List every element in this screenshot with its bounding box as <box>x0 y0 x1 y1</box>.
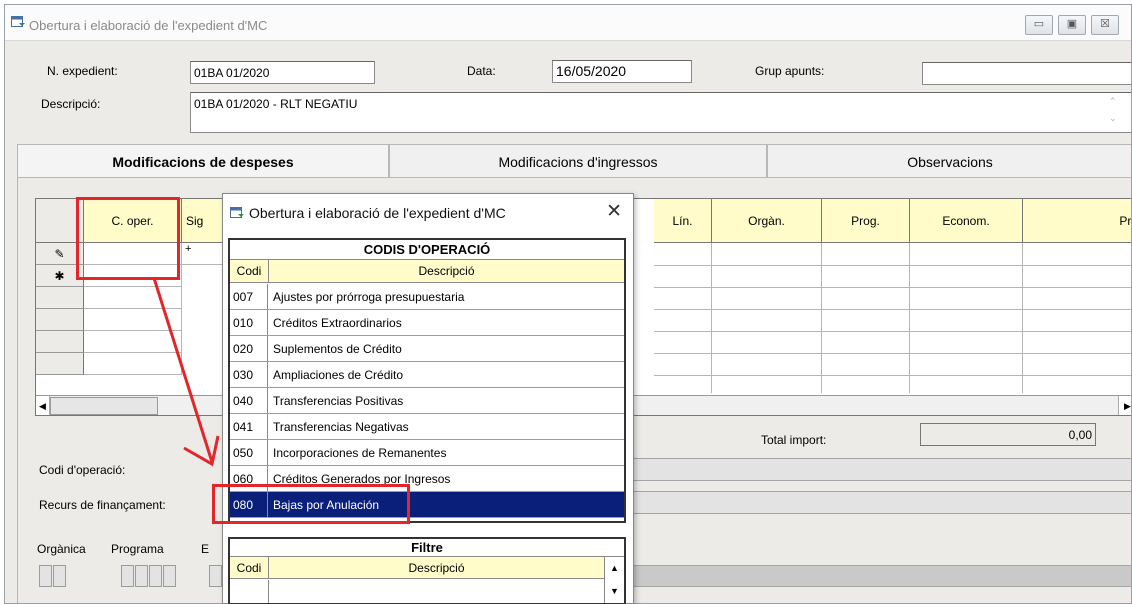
grup-apunts-field[interactable] <box>922 62 1131 85</box>
codi-cell: 010 <box>230 310 268 335</box>
filter-descripcio-input[interactable] <box>269 580 604 603</box>
tab-modificacions-ingressos[interactable]: Modificacions d'ingressos <box>389 144 767 178</box>
scroll-down-icon[interactable]: ⌄ <box>1109 113 1117 124</box>
descripcio-cell: Incorporaciones de Remanentes <box>273 446 447 460</box>
scroll-thumb[interactable] <box>50 397 158 415</box>
codi-operacio-field <box>627 458 1131 481</box>
scroll-right-icon[interactable]: ▶ <box>1118 396 1131 415</box>
app-icon <box>11 16 25 27</box>
organica-digit <box>39 565 52 587</box>
codi-operacio-row[interactable]: 041 Transferencias Negativas <box>230 414 624 440</box>
descripcio-cell: Suplementos de Crédito <box>273 342 402 356</box>
classification-description-field <box>627 565 1131 587</box>
economica-digit <box>209 565 222 587</box>
codi-operacio-label: Codi d'operació: <box>39 463 126 477</box>
row-selector[interactable] <box>36 353 84 375</box>
scroll-up-icon[interactable]: ⌃ <box>1109 96 1117 107</box>
filtre-table: Filtre Codi Descripció ▲ ▼ <box>228 537 626 604</box>
codi-cell: 030 <box>230 362 268 387</box>
programa-label: Programa <box>111 542 164 556</box>
highlight-selected-row <box>212 484 410 524</box>
codi-operacio-row[interactable]: 010 Créditos Extraordinarios <box>230 310 624 336</box>
descripcio-label: Descripció: <box>41 97 101 111</box>
codi-operacio-row[interactable]: 030 Ampliaciones de Crédito <box>230 362 624 388</box>
codis-operacio-dialog: Obertura i elaboració de l'expedient d'M… <box>222 193 634 604</box>
scroll-left-icon[interactable]: ◀ <box>36 396 50 415</box>
grup-apunts-label: Grup apunts: <box>755 64 825 78</box>
codi-cell: 007 <box>230 284 268 309</box>
codi-cell: 050 <box>230 440 268 465</box>
col-header-lin[interactable]: Lín. <box>654 199 712 243</box>
col-header-descripcio[interactable]: Descripció <box>269 260 624 283</box>
title-bar: Obertura i elaboració de l'expedient d'M… <box>5 5 1131 41</box>
codi-operacio-row[interactable]: 050 Incorporaciones de Remanentes <box>230 440 624 466</box>
col-header-pro[interactable]: Pro <box>1023 199 1131 243</box>
codi-operacio-row[interactable]: 040 Transferencias Positivas <box>230 388 624 414</box>
codis-operacio-table: CODIS D'OPERACIÓ Codi Descripció 007 Ajus… <box>228 238 626 523</box>
descripcio-field[interactable]: 01BA 01/2020 - RLT NEGATIU <box>190 92 1131 133</box>
organica-label: Orgànica <box>37 542 86 556</box>
filter-col-descripcio[interactable]: Descripció <box>269 557 604 579</box>
maximize-button[interactable]: ▣ <box>1058 15 1086 35</box>
highlight-c-oper-cell <box>76 197 180 280</box>
recurs-financament-field <box>627 491 1131 514</box>
programa-digit <box>121 565 134 587</box>
organica-digit <box>53 565 66 587</box>
n-expedient-field[interactable]: 01BA 01/2020 <box>190 61 375 84</box>
col-header-econom[interactable]: Econom. <box>910 199 1023 243</box>
tab-observacions[interactable]: Observacions <box>767 144 1131 178</box>
descripcio-cell: Transferencias Negativas <box>273 420 409 434</box>
row-selector[interactable] <box>36 309 84 331</box>
programa-digit <box>135 565 148 587</box>
codi-cell: 040 <box>230 388 268 413</box>
economica-label: E <box>201 542 210 556</box>
tab-modificacions-despeses[interactable]: Modificacions de despeses <box>17 144 389 178</box>
descripcio-cell: Créditos Extraordinarios <box>273 316 402 330</box>
descripcio-cell: Transferencias Positivas <box>273 394 404 408</box>
col-header-organ[interactable]: Orgàn. <box>712 199 822 243</box>
window-title: Obertura i elaboració de l'expedient d'M… <box>29 18 268 33</box>
codis-table-title: CODIS D'OPERACIÓ <box>230 240 624 260</box>
codi-cell: 020 <box>230 336 268 361</box>
codi-operacio-row[interactable]: 020 Suplementos de Crédito <box>230 336 624 362</box>
data-field[interactable]: 16/05/2020 <box>552 60 692 83</box>
filter-scroll-up-icon[interactable]: ▲ <box>604 557 624 579</box>
descripcio-cell: Ajustes por prórroga presupuestaria <box>273 290 465 304</box>
annotation-arrow-icon <box>152 277 220 467</box>
codi-cell: 041 <box>230 414 268 439</box>
dialog-title: Obertura i elaboració de l'expedient d'M… <box>249 205 506 221</box>
total-import-label: Total import: <box>761 433 827 447</box>
dialog-app-icon <box>230 207 244 218</box>
minimize-button[interactable]: ▭ <box>1025 15 1053 35</box>
filter-codi-input[interactable] <box>230 580 269 603</box>
total-import-field: 0,00 <box>920 423 1096 446</box>
filtre-title: Filtre <box>230 539 624 557</box>
programa-digit <box>149 565 162 587</box>
n-expedient-label: N. expedient: <box>47 64 118 78</box>
codi-operacio-row[interactable]: 007 Ajustes por prórroga presupuestaria <box>230 284 624 310</box>
close-window-button[interactable]: ☒ <box>1091 15 1119 35</box>
data-label: Data: <box>467 64 496 78</box>
descripcio-cell: Ampliaciones de Crédito <box>273 368 404 382</box>
row-selector[interactable] <box>36 331 84 353</box>
grid-lines <box>654 243 1131 393</box>
filter-col-codi[interactable]: Codi <box>230 557 269 579</box>
recurs-financament-label: Recurs de finançament: <box>39 498 166 512</box>
col-header-prog[interactable]: Prog. <box>822 199 910 243</box>
row-selector[interactable] <box>36 287 84 309</box>
col-header-codi[interactable]: Codi <box>230 260 269 283</box>
filter-scroll-down-icon[interactable]: ▼ <box>604 579 624 603</box>
programa-digit <box>163 565 176 587</box>
dialog-close-icon[interactable]: ✕ <box>606 200 622 223</box>
